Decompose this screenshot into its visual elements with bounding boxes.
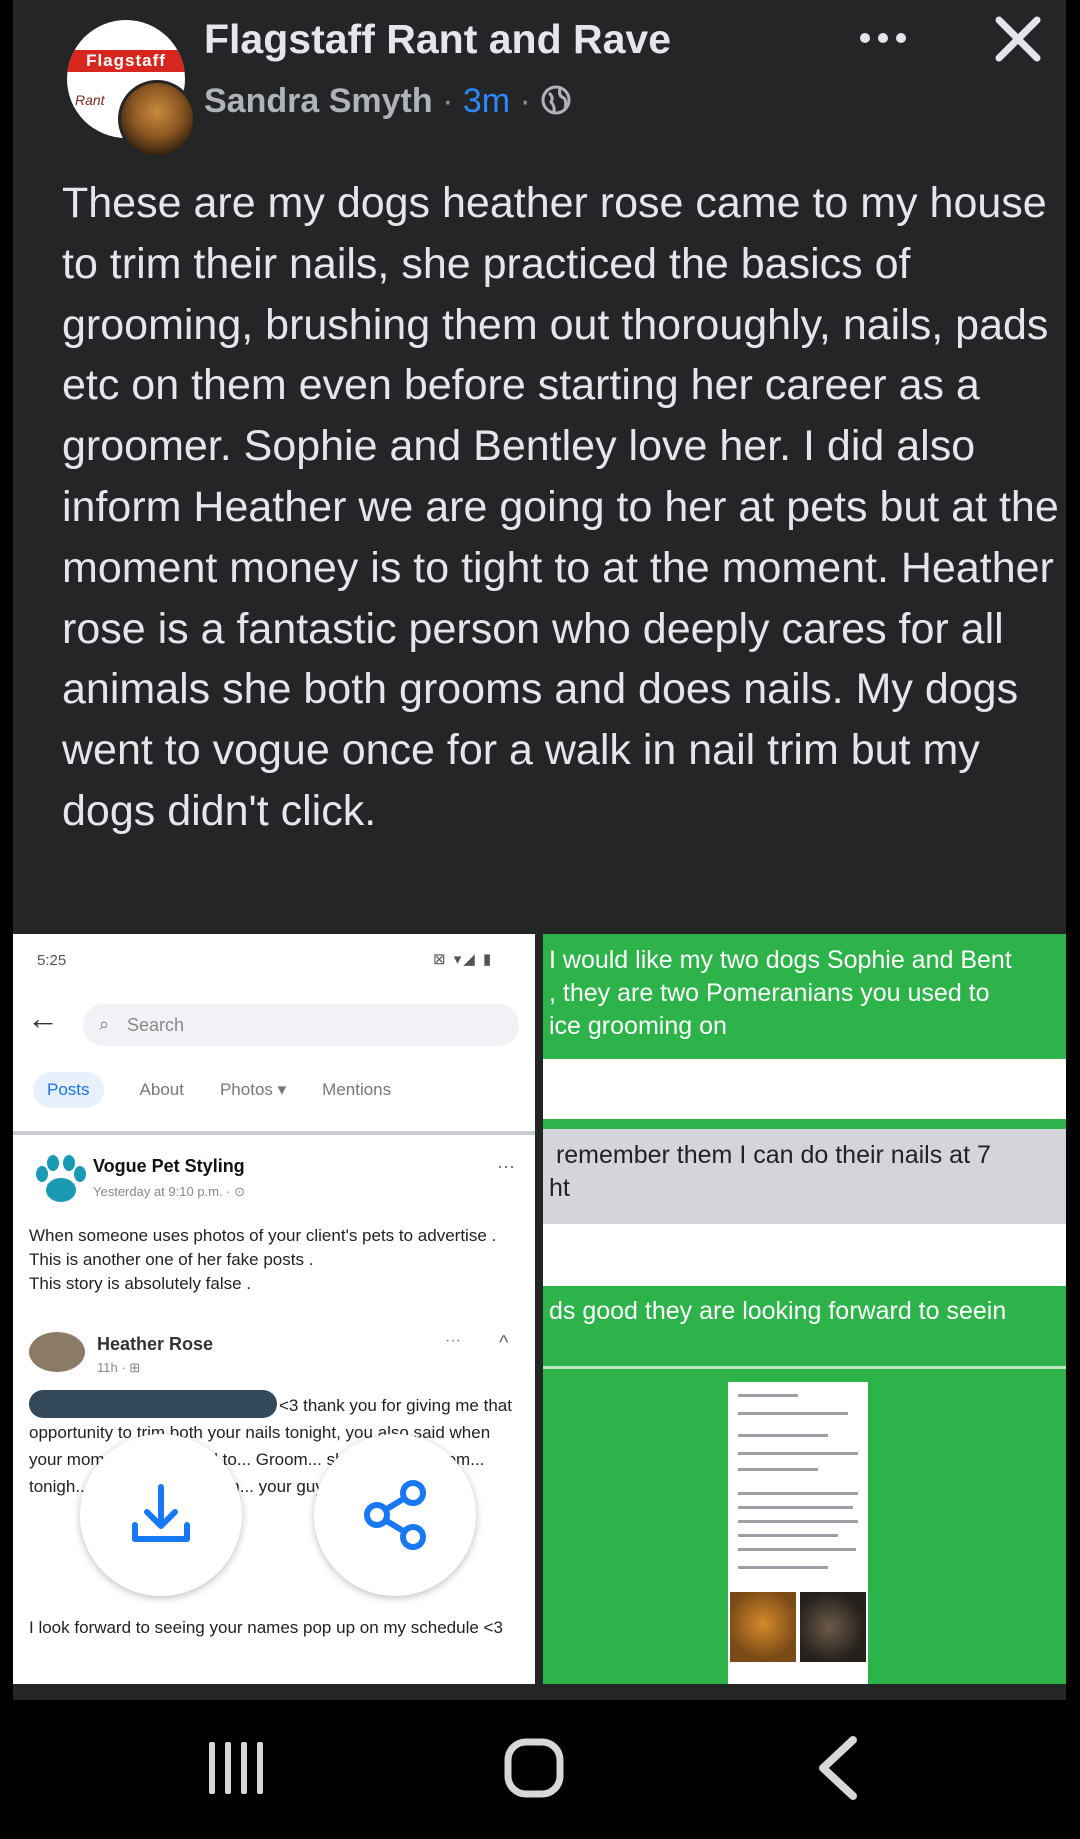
close-icon[interactable]: [991, 12, 1045, 66]
mini-line: [738, 1492, 858, 1495]
redaction-mark: [29, 1390, 277, 1418]
attached-photo-right[interactable]: I would like my two dogs Sophie and Bent…: [543, 934, 1066, 1684]
globe-icon: [540, 84, 572, 125]
post-time[interactable]: 3m: [463, 82, 510, 120]
page-tabs: Posts About Photos ▾ Mentions: [33, 1072, 391, 1108]
share-icon: [364, 1480, 426, 1550]
post-meta: Sandra Smyth · 3m ·: [204, 82, 572, 125]
dog-photo-2: [800, 1592, 866, 1662]
collapse-caret-icon: ^: [499, 1332, 509, 1354]
divider: [13, 1131, 535, 1135]
dog-photo-1: [730, 1592, 796, 1662]
post-text: These are my dogs heather rose came to m…: [62, 179, 1059, 835]
mini-screenshot: [728, 1382, 868, 1684]
commenter-avatar: [29, 1332, 85, 1372]
mini-line: [738, 1434, 828, 1437]
page-post-menu: ···: [497, 1156, 515, 1176]
more-options-icon[interactable]: [855, 18, 911, 58]
recent-apps-icon[interactable]: [205, 1738, 269, 1803]
comment-footer: I look forward to seeing your names pop …: [29, 1618, 503, 1637]
mini-line: [738, 1452, 858, 1455]
page-post-time: Yesterday at 9:10 p.m. · ⊙: [93, 1184, 246, 1199]
comment-meta: 11h · ⊞: [97, 1360, 141, 1375]
download-icon: [132, 1484, 190, 1542]
message-gap-1: [543, 1059, 1066, 1119]
message-divider: [543, 1366, 1066, 1369]
page-name: Vogue Pet Styling: [93, 1156, 245, 1176]
meta-separator: ·: [442, 82, 454, 120]
status-time: 5:25: [37, 952, 67, 969]
group-logo-sub: Rant: [75, 92, 105, 108]
mini-line: [738, 1534, 838, 1537]
commenter-name: Heather Rose: [97, 1334, 214, 1354]
back-arrow-icon: ←: [27, 1000, 59, 1036]
search-icon: ⌕: [99, 1014, 110, 1034]
paw-logo-icon: [31, 1152, 91, 1208]
mini-line: [738, 1506, 853, 1509]
home-icon[interactable]: [503, 1737, 565, 1804]
message-text-1: I would like my two dogs Sophie and Bent…: [549, 946, 1012, 1040]
author-avatar[interactable]: [118, 80, 196, 158]
tab-photos: Photos ▾: [219, 1080, 287, 1099]
page-post-body: When someone uses photos of your client'…: [29, 1226, 497, 1293]
status-icons: ⊠ ▾◢ ▮: [433, 951, 494, 968]
mini-line: [738, 1412, 848, 1415]
search-placeholder: Search: [127, 1015, 185, 1035]
meta-separator-2: ·: [519, 82, 531, 120]
download-button[interactable]: [80, 1434, 242, 1596]
tab-posts: Posts: [33, 1072, 104, 1108]
tab-mentions: Mentions: [322, 1080, 392, 1099]
message-gap-2: [543, 1224, 1066, 1286]
mini-line: [738, 1548, 856, 1551]
mini-line: [738, 1468, 818, 1471]
author-name[interactable]: Sandra Smyth: [204, 82, 433, 120]
message-bubble-gray: remember them I can do their nails at 7 …: [543, 1129, 1066, 1224]
mini-line: [738, 1394, 798, 1397]
tab-about: About: [139, 1080, 184, 1099]
share-button[interactable]: [314, 1434, 476, 1596]
comment-menu: ···: [445, 1332, 461, 1349]
mini-line: [738, 1566, 828, 1569]
search-bar: ⌕ Search: [83, 1004, 519, 1046]
attached-photo-left[interactable]: 5:25 ⊠ ▾◢ ▮ ← ⌕ Search Posts About Photo…: [13, 934, 535, 1684]
message-text-2: ds good they are looking forward to seei…: [549, 1297, 1007, 1325]
group-name[interactable]: Flagstaff Rant and Rave: [204, 16, 671, 63]
back-icon[interactable]: [815, 1735, 859, 1806]
mini-line: [738, 1520, 858, 1523]
message-text-gray: remember them I can do their nails at 7 …: [549, 1141, 991, 1202]
group-logo-text: Flagstaff: [67, 50, 185, 72]
